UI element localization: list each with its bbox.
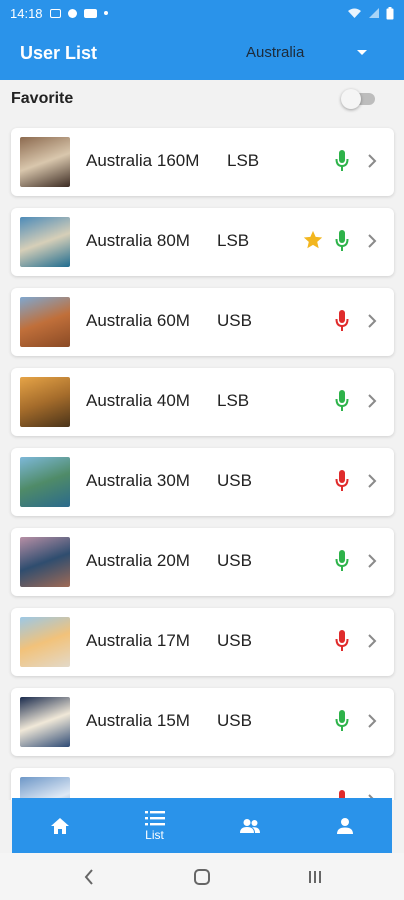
microphone-icon[interactable] [334,149,350,173]
home-icon [50,817,69,834]
user-name: Australia 80M [86,231,190,250]
user-card[interactable]: Australia 15M USB [11,688,394,756]
favorite-label: Favorite [11,90,74,107]
user-thumbnail [20,377,70,427]
nav-list[interactable]: List [107,798,202,853]
user-name: Australia 40M [86,391,190,410]
user-mode: USB [217,311,252,330]
user-name: Australia 17M [86,631,190,650]
status-bar: 14:18 [0,0,404,26]
microphone-icon[interactable] [334,229,350,253]
dropdown-caret-icon[interactable] [357,50,367,55]
recents-icon[interactable] [307,869,323,885]
user-mode: LSB [217,231,250,250]
user-name: Australia 20M [86,551,190,570]
user-mode: USB [217,471,252,490]
microphone-icon[interactable] [334,469,350,493]
user-card[interactable]: Australia 80M LSB [11,208,394,276]
bottom-nav: List [12,798,392,853]
group-icon [239,818,260,833]
user-thumbnail [20,457,70,507]
chevron-right-icon[interactable] [367,233,377,249]
user-mode: USB [217,631,252,650]
user-thumbnail [20,137,70,187]
chevron-right-icon[interactable] [367,633,377,649]
user-list: Australia 160M LSB Australia 80M LSB Austral… [0,0,404,800]
nav-home[interactable] [12,798,107,853]
chevron-right-icon[interactable] [367,153,377,169]
user-card[interactable]: Australia 17M USB [11,608,394,676]
nav-groups[interactable] [202,798,297,853]
microphone-icon[interactable] [334,549,350,573]
user-thumbnail [20,537,70,587]
message-notification-icon [67,8,77,18]
microphone-icon[interactable] [334,309,350,333]
chevron-right-icon[interactable] [367,473,377,489]
toggle-thumb [341,89,361,109]
user-name: Australia 60M [86,311,190,330]
user-card[interactable]: Australia 60M USB [11,288,394,356]
nav-list-label: List [145,828,164,842]
system-navigation-bar [0,853,404,900]
battery-icon [386,6,394,19]
person-icon [336,817,353,834]
user-name: Australia 15M [86,711,190,730]
country-select[interactable]: Australia [246,44,304,61]
microphone-icon[interactable] [334,389,350,413]
favorite-star-icon[interactable] [302,229,324,251]
microphone-icon[interactable] [334,629,350,653]
page-title: User List [20,42,98,63]
user-thumbnail [20,617,70,667]
list-icon [144,811,165,826]
wifi-icon [348,8,361,18]
app-bar: User List Australia [0,26,404,80]
user-name: Australia 160M [86,151,200,170]
user-card[interactable]: Australia 160M LSB [11,128,394,196]
chevron-right-icon[interactable] [367,553,377,569]
status-time: 14:18 [10,5,43,21]
chevron-right-icon[interactable] [367,313,377,329]
user-mode: LSB [227,151,260,170]
user-name: Australia 30M [86,471,190,490]
user-thumbnail [20,777,70,800]
home-button[interactable] [194,869,210,885]
user-thumbnail [20,217,70,267]
user-card[interactable]: Australia 30M USB [11,448,394,516]
youtube-notification-icon [83,8,97,18]
user-thumbnail [20,297,70,347]
user-mode: LSB [217,391,250,410]
user-card[interactable]: Australia 20M USB [11,528,394,596]
user-card[interactable] [11,768,394,800]
user-mode: USB [217,711,252,730]
nav-profile[interactable] [297,798,392,853]
chevron-right-icon[interactable] [367,393,377,409]
gallery-notification-icon [49,8,61,18]
signal-icon [369,8,379,18]
microphone-icon[interactable] [334,709,350,733]
user-thumbnail [20,697,70,747]
more-notifications-icon [103,11,108,15]
user-mode: USB [217,551,252,570]
chevron-right-icon[interactable] [367,713,377,729]
user-card[interactable]: Australia 40M LSB [11,368,394,436]
back-icon[interactable] [84,869,94,885]
